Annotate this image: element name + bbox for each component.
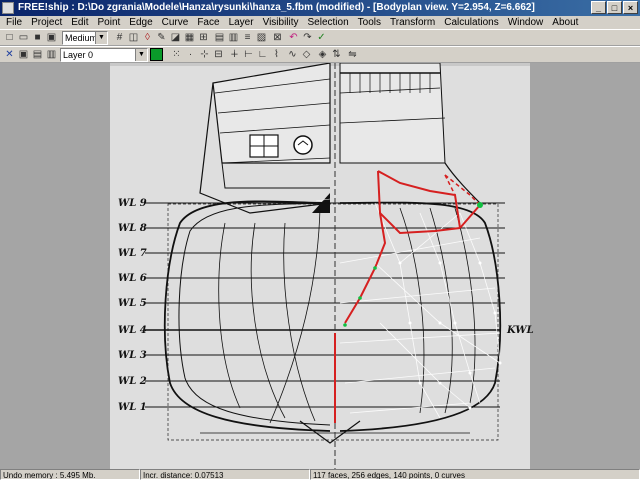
minimize-button[interactable]: _ — [591, 1, 606, 14]
maximize-button[interactable]: □ — [607, 1, 622, 14]
layer-properties-icon[interactable]: ▣ — [17, 48, 30, 61]
menu-project[interactable]: Project — [27, 16, 67, 29]
open-file-icon[interactable]: ▭ — [17, 31, 30, 44]
select-all-icon[interactable]: ⁙ — [170, 48, 183, 61]
menu-bar: File Project Edit Point Edge Curve Face … — [0, 16, 640, 29]
mirror-icon[interactable]: ⇋ — [346, 48, 359, 61]
chevron-down-icon[interactable]: ▼ — [135, 49, 147, 61]
layer-value: Layer 0 — [63, 50, 94, 60]
menu-transform[interactable]: Transform — [386, 16, 440, 29]
edge-crease-icon[interactable]: ∟ — [256, 48, 269, 61]
app-icon — [2, 2, 14, 14]
waterline-label: WL 4 — [118, 325, 147, 336]
developable-icon[interactable]: ◪ — [169, 31, 182, 44]
chevron-down-icon[interactable]: ▼ — [95, 32, 107, 44]
zebra-icon[interactable]: ✎ — [155, 31, 168, 44]
bodyplan-drawing: WL 9 WL 8 WL 7 WL 6 WL 5 WL 4 WL 3 WL 2 … — [110, 63, 534, 469]
check-icon[interactable]: ✓ — [315, 31, 328, 44]
stations-icon[interactable]: ▤ — [213, 31, 226, 44]
status-bar: Undo memory : 5.495 Mb. Incr. distance: … — [0, 469, 640, 480]
interior-edges-icon[interactable]: ⊞ — [197, 31, 210, 44]
waterline-label: WL 1 — [118, 402, 147, 413]
close-button[interactable]: × — [623, 1, 638, 14]
menu-point[interactable]: Point — [93, 16, 125, 29]
invert-face-icon[interactable]: ◈ — [316, 48, 329, 61]
layer-toolbar: ✕ ▣ ▤ ▥ Layer 0 ▼ ⁙ · ⊹ ⊟ ∔ ⊢ ∟ ⌇ ∿ ◇ ◈ … — [0, 46, 640, 63]
menu-selection[interactable]: Selection — [304, 16, 354, 29]
markers-icon[interactable]: ⊠ — [271, 31, 284, 44]
control-net-icon[interactable]: ▦ — [183, 31, 196, 44]
flip-icon[interactable]: ⇅ — [330, 48, 343, 61]
main-toolbar: □ ▭ ■ ▣ Medium ▼ # ◫ ◊ ✎ ◪ ▦ ⊞ ▤ ▥ ≡ ▨ ⊠… — [0, 29, 640, 46]
waterline-label: WL 2 — [118, 376, 147, 387]
layer-color-icon[interactable]: ▤ — [31, 48, 44, 61]
menu-calculations[interactable]: Calculations — [440, 16, 503, 29]
new-curve-icon[interactable]: ∿ — [286, 48, 299, 61]
grid-icon[interactable]: # — [113, 31, 126, 44]
waterlines-icon[interactable]: ≡ — [241, 31, 254, 44]
collapse-point-icon[interactable]: ⊹ — [198, 48, 211, 61]
insert-plane-icon[interactable]: ⊟ — [212, 48, 225, 61]
new-face-icon[interactable]: ◇ — [300, 48, 313, 61]
curvature-icon[interactable]: ◊ — [141, 31, 154, 44]
waterline-label: WL 8 — [118, 223, 147, 234]
insert-edge-icon[interactable]: ⌇ — [270, 48, 283, 61]
waterline-label: WL 6 — [118, 273, 147, 284]
import-icon[interactable]: ▣ — [45, 31, 58, 44]
menu-file[interactable]: File — [2, 16, 27, 29]
diagonals-icon[interactable]: ▨ — [255, 31, 268, 44]
shade-icon[interactable]: ◫ — [127, 31, 140, 44]
waterline-label: WL 9 — [118, 198, 147, 209]
waterline-label: WL 5 — [118, 298, 147, 309]
model-counts-status: 117 faces, 256 edges, 140 points, 0 curv… — [310, 469, 640, 480]
title-bar: FREE!ship : D:\Do zgrania\Modele\Hanza\r… — [0, 0, 640, 16]
buttocks-icon[interactable]: ▥ — [227, 31, 240, 44]
redo-icon[interactable]: ↷ — [301, 31, 314, 44]
menu-edit[interactable]: Edit — [67, 16, 93, 29]
save-icon[interactable]: ■ — [31, 31, 44, 44]
kwl-label: KWL — [506, 325, 534, 336]
undo-memory-status: Undo memory : 5.495 Mb. — [0, 469, 140, 480]
add-point-icon[interactable]: · — [184, 48, 197, 61]
window-title: FREE!ship : D:\Do zgrania\Modele\Hanza\r… — [18, 2, 535, 13]
bodyplan-viewport[interactable]: WL 9 WL 8 WL 7 WL 6 WL 5 WL 4 WL 3 WL 2 … — [0, 63, 640, 469]
waterline-label: WL 3 — [118, 350, 147, 361]
menu-window[interactable]: Window — [504, 16, 549, 29]
precision-value: Medium — [65, 33, 98, 43]
increment-distance-status: Incr. distance: 0.07513 — [140, 469, 310, 480]
precision-select[interactable]: Medium ▼ — [62, 31, 108, 45]
menu-curve[interactable]: Curve — [158, 16, 194, 29]
menu-visibility[interactable]: Visibility — [259, 16, 304, 29]
waterline-label: WL 7 — [118, 248, 147, 259]
menu-layer[interactable]: Layer — [225, 16, 259, 29]
menu-about[interactable]: About — [548, 16, 583, 29]
layer-visibility-icon[interactable]: ✕ — [3, 48, 16, 61]
layer-select[interactable]: Layer 0 ▼ — [60, 48, 148, 62]
edge-split-icon[interactable]: ∔ — [228, 48, 241, 61]
new-layer-icon[interactable]: ▥ — [45, 48, 58, 61]
layer-color-swatch[interactable] — [150, 48, 163, 61]
menu-tools[interactable]: Tools — [354, 16, 386, 29]
edge-collapse-icon[interactable]: ⊢ — [242, 48, 255, 61]
menu-edge[interactable]: Edge — [125, 16, 157, 29]
new-file-icon[interactable]: □ — [3, 31, 16, 44]
undo-icon[interactable]: ↶ — [287, 31, 300, 44]
menu-face[interactable]: Face — [193, 16, 224, 29]
